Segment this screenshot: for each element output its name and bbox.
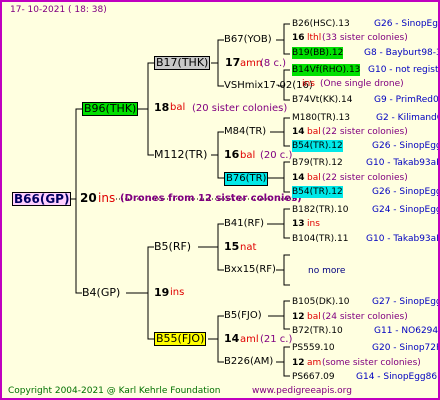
root-drones-note: (Drones from 12 sister colonies)	[120, 193, 302, 204]
b17-note: (8 c.)	[260, 58, 287, 69]
g4-year-20: 12	[292, 358, 305, 368]
g4-name-8: B54(TR).12	[292, 140, 343, 152]
m112-note: (20 c.)	[260, 150, 293, 161]
mother-name: B4(GP)	[82, 286, 121, 299]
g4-name-6: M180(TR).13	[292, 113, 351, 123]
b76-name: B76(TR)	[224, 172, 269, 186]
root-year: 20	[80, 191, 97, 205]
g4-ref-18: G11 - NO6294R	[374, 326, 440, 336]
g4-note-10: (22 sister colonies)	[322, 173, 408, 183]
g4-note-7: (22 sister colonies)	[322, 127, 408, 137]
footer-url[interactable]: www.pedigreeapis.org	[252, 385, 352, 397]
b41-name: B41(RF)	[224, 218, 265, 229]
g4-name-12: B182(TR).10	[292, 205, 349, 215]
footer-copyright: Copyright 2004-2021 @ Karl Kehrle Founda…	[8, 386, 221, 396]
g4-note-4: (One single drone)	[320, 79, 404, 89]
g4-name-3: B14Vf(RHO).13	[292, 64, 361, 76]
g4-name-2: B19(BB).12	[292, 47, 344, 59]
root-queen-name: B66(GP)	[12, 192, 72, 206]
g4-ref-0: G26 - SinopEgg	[374, 19, 440, 29]
g4-mark-17: bal	[307, 312, 321, 322]
g4-note-20: (some sister colonies)	[322, 358, 421, 368]
g4-ref-19: G20 - Sinop72R	[372, 343, 440, 353]
bxx-name: Bxx15(RF)	[224, 264, 276, 275]
g4-name-0: B26(HSC).13	[292, 19, 350, 29]
header-date: 17- 10-2021 ( 18: 38)	[10, 5, 107, 15]
b55-year: 14	[224, 332, 240, 345]
g4-name-21: PS667.09	[292, 372, 335, 382]
g4-ref-12: G24 - SinopEgg	[372, 205, 440, 215]
g4-ref-16: G27 - SinopEgg	[372, 297, 440, 307]
father-note: (20 sister colonies)	[192, 103, 288, 114]
g4-name-16: B105(DK).10	[292, 297, 350, 307]
g4-name-9: B79(TR).12	[292, 158, 343, 168]
g4-year-13: 13	[292, 219, 305, 229]
m112-name: M112(TR)	[154, 148, 208, 161]
b226-name: B226(AM)	[224, 356, 274, 367]
b17-mark: amn	[240, 58, 263, 69]
father-name: B96(THK)	[82, 102, 139, 116]
father-mark: bal	[170, 102, 186, 113]
g4-ref-14: G10 - Takab93aR	[366, 234, 440, 244]
g4-ref-6: G2 - KilimandQ	[376, 113, 440, 123]
g4-ref-2: G8 - Bayburt98-3	[364, 48, 440, 58]
g4-ref-5: G9 - PrimRed01	[374, 95, 440, 105]
g4-year-7: 14	[292, 127, 305, 137]
g4-mark-20: am	[307, 358, 322, 368]
mother-mark: ins	[170, 287, 185, 298]
g4-name-11: B54(TR).12	[292, 186, 343, 198]
g4-ref-9: G10 - Takab93aR	[366, 158, 440, 168]
g4-mark-10: bal	[307, 173, 321, 183]
g4-mark-4: ins	[302, 79, 315, 89]
m112-mark: bal	[240, 150, 256, 161]
g4-ref-3: G10 - not registe	[368, 65, 440, 75]
b55-mark: aml	[240, 334, 259, 345]
pedigree-frame: 17- 10-2021 ( 18: 38) B66(GP) 20 ins (Dr…	[0, 0, 440, 400]
g4-mark-1: lthl	[307, 33, 322, 43]
b5rf-year: 15	[224, 240, 240, 253]
b5fjo-name: B5(FJO)	[224, 310, 262, 321]
m84-name: M84(TR)	[224, 126, 267, 137]
g4-name-5: B74Vt(KK).14	[292, 95, 353, 105]
g4-name-18: B72(TR).10	[292, 326, 343, 336]
g4-ref-21: G14 - SinopEgg86R	[356, 372, 440, 382]
g4-year-10: 14	[292, 173, 305, 183]
b67-name: B67(YOB)	[224, 34, 272, 45]
g4-mark-7: bal	[307, 127, 321, 137]
g4-name-19: PS559.10	[292, 343, 335, 353]
b55-name: B55(FJO)	[154, 332, 207, 346]
g4-note-1: (33 sister colonies)	[322, 33, 408, 43]
g4-ref-8: G26 - SinopEgg	[372, 141, 440, 151]
g4-note-17: (24 sister colonies)	[322, 312, 408, 322]
m112-year: 16	[224, 148, 240, 161]
b17-year: 17	[225, 56, 241, 69]
vsh-name: VSHmix17-02(16)	[224, 80, 313, 91]
root-ins: ins	[98, 191, 116, 205]
g4-year-17: 12	[292, 312, 305, 322]
g4-name-14: B104(TR).11	[292, 234, 349, 244]
g4-mark-13: ins	[307, 219, 320, 229]
father-year: 18	[154, 101, 170, 114]
mother-year: 19	[154, 286, 170, 299]
g4-ref-11: G26 - SinopEgg	[372, 187, 440, 197]
g4-year-1: 16	[292, 33, 305, 43]
b5rf-name: B5(RF)	[154, 240, 192, 253]
g4-no-more: no more	[308, 266, 346, 276]
b17-name: B17(THK)	[154, 56, 211, 70]
b55-note: (21 c.)	[260, 334, 293, 345]
b5rf-mark: nat	[240, 242, 257, 253]
